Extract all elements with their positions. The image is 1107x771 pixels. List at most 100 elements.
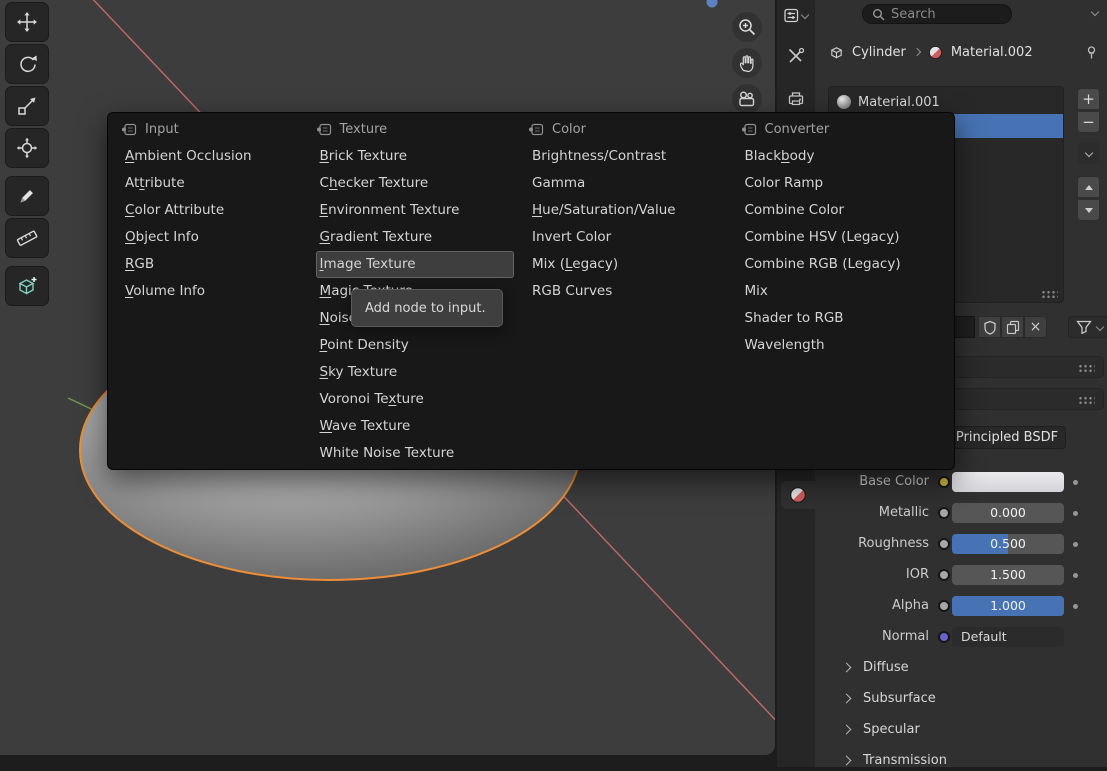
fake-user-button[interactable] bbox=[978, 316, 1001, 338]
zoom-button[interactable] bbox=[732, 12, 762, 42]
node-icon bbox=[316, 123, 332, 136]
normal-socket-icon bbox=[938, 631, 950, 643]
camera-view-button[interactable] bbox=[732, 84, 762, 114]
menu-item-white-noise-texture[interactable]: White Noise Texture bbox=[316, 440, 514, 467]
measure-tool-button[interactable] bbox=[5, 218, 49, 258]
zoom-icon bbox=[737, 17, 757, 37]
prop-row-alpha: Alpha1.000 bbox=[815, 595, 1107, 617]
decorator-dot[interactable] bbox=[1073, 542, 1078, 547]
camera-view-icon bbox=[737, 89, 757, 109]
menu-item-shader-to-rgb[interactable]: Shader to RGB bbox=[741, 305, 940, 332]
viewport-gizmos bbox=[732, 12, 762, 114]
move-slot-down-button[interactable] bbox=[1077, 199, 1100, 221]
menu-item-image-texture[interactable]: Image Texture bbox=[316, 251, 514, 278]
menu-item-wave-texture[interactable]: Wave Texture bbox=[316, 413, 514, 440]
resize-grip-icon[interactable] bbox=[1041, 290, 1058, 298]
subpanel-specular[interactable]: Specular bbox=[815, 718, 1107, 740]
node-icon bbox=[121, 123, 137, 136]
pin-icon[interactable] bbox=[1084, 45, 1099, 60]
menu-item-mix[interactable]: Mix bbox=[741, 278, 940, 305]
object-cube-icon bbox=[829, 45, 844, 60]
rotate-tool-button[interactable] bbox=[5, 44, 49, 84]
breadcrumb-separator-icon bbox=[913, 48, 921, 56]
metallic-slider[interactable]: 0.000 bbox=[952, 503, 1064, 523]
menu-item-color-attribute[interactable]: Color Attribute bbox=[121, 197, 302, 224]
unlink-material-button[interactable]: × bbox=[1024, 316, 1047, 338]
menu-item-mix-legacy[interactable]: Mix (Legacy) bbox=[528, 251, 726, 278]
menu-item-brick-texture[interactable]: Brick Texture bbox=[316, 143, 514, 170]
down-arrow-icon bbox=[1085, 208, 1093, 213]
add-cube-tool-button[interactable] bbox=[5, 266, 49, 306]
remove-slot-button[interactable]: − bbox=[1077, 111, 1100, 133]
annotate-tool-icon bbox=[16, 185, 38, 207]
subpanel-label: Transmission bbox=[863, 753, 947, 768]
menu-item-gradient-texture[interactable]: Gradient Texture bbox=[316, 224, 514, 251]
decorator-dot[interactable] bbox=[1073, 511, 1078, 516]
menu-item-combine-color[interactable]: Combine Color bbox=[741, 197, 940, 224]
metallic-label: Metallic bbox=[815, 502, 929, 524]
menu-item-gamma[interactable]: Gamma bbox=[528, 170, 726, 197]
scale-tool-button[interactable] bbox=[5, 86, 49, 126]
subpanel-subsurface[interactable]: Subsurface bbox=[815, 687, 1107, 709]
add-slot-button[interactable]: + bbox=[1077, 88, 1100, 110]
menu-item-rgb[interactable]: RGB bbox=[121, 251, 302, 278]
search-input[interactable]: Search bbox=[862, 4, 1012, 24]
menu-item-blackbody[interactable]: Blackbody bbox=[741, 143, 940, 170]
menu-item-checker-texture[interactable]: Checker Texture bbox=[316, 170, 514, 197]
panel-options-chevron[interactable] bbox=[1091, 8, 1099, 16]
ior-slider[interactable]: 1.500 bbox=[952, 565, 1064, 585]
annotate-tool-button[interactable] bbox=[5, 176, 49, 216]
alpha-slider[interactable]: 1.000 bbox=[952, 596, 1064, 616]
subpanel-transmission[interactable]: Transmission bbox=[815, 749, 1107, 771]
menu-item-volume-info[interactable]: Volume Info bbox=[121, 278, 302, 305]
breadcrumb-material[interactable]: Material.002 bbox=[951, 45, 1033, 60]
menu-item-color-ramp[interactable]: Color Ramp bbox=[741, 170, 940, 197]
duplicate-material-button[interactable] bbox=[1001, 316, 1024, 338]
menu-item-environment-texture[interactable]: Environment Texture bbox=[316, 197, 514, 224]
material-sphere-icon bbox=[837, 95, 851, 109]
menu-column-header: Texture bbox=[316, 119, 528, 139]
menu-item-point-density[interactable]: Point Density bbox=[316, 332, 514, 359]
slot-specials-button[interactable] bbox=[1077, 142, 1100, 164]
menu-item-sky-texture[interactable]: Sky Texture bbox=[316, 359, 514, 386]
menu-item-wavelength[interactable]: Wavelength bbox=[741, 332, 940, 359]
menu-item-rgb-curves[interactable]: RGB Curves bbox=[528, 278, 726, 305]
roughness-slider[interactable]: 0.500 bbox=[952, 534, 1064, 554]
pan-button[interactable] bbox=[732, 48, 762, 78]
menu-item-combine-rgb-legacy[interactable]: Combine RGB (Legacy) bbox=[741, 251, 940, 278]
shader-type-button[interactable]: Principled BSDF bbox=[948, 426, 1066, 449]
menu-item-object-info[interactable]: Object Info bbox=[121, 224, 302, 251]
material-slot[interactable]: Material.001 bbox=[829, 90, 1063, 114]
funnel-icon bbox=[1076, 320, 1092, 334]
decorator-dot[interactable] bbox=[1073, 604, 1078, 609]
move-slot-up-button[interactable] bbox=[1077, 176, 1100, 198]
menu-item-combine-hsv-legacy[interactable]: Combine HSV (Legacy) bbox=[741, 224, 940, 251]
measure-tool-icon bbox=[16, 227, 38, 249]
tab-tool-properties[interactable] bbox=[779, 42, 813, 70]
editor-type-button[interactable] bbox=[779, 4, 813, 26]
base-color-swatch[interactable] bbox=[952, 472, 1064, 492]
menu-item-invert-color[interactable]: Invert Color bbox=[528, 224, 726, 251]
normal-field[interactable]: Default bbox=[952, 627, 1064, 647]
transform-tool-button[interactable] bbox=[5, 128, 49, 168]
menu-column-title: Input bbox=[145, 122, 179, 137]
move-tool-icon bbox=[16, 11, 38, 33]
tab-render-properties[interactable] bbox=[779, 85, 813, 113]
menu-item-hue-saturation-value[interactable]: Hue/Saturation/Value bbox=[528, 197, 726, 224]
menu-item-ambient-occlusion[interactable]: Ambient Occlusion bbox=[121, 143, 302, 170]
breadcrumb-object[interactable]: Cylinder bbox=[852, 45, 906, 60]
menu-item-voronoi-texture[interactable]: Voronoi Texture bbox=[316, 386, 514, 413]
decorator-dot[interactable] bbox=[1073, 480, 1078, 485]
filter-dropdown[interactable] bbox=[1068, 316, 1107, 338]
decorator-dot[interactable] bbox=[1073, 573, 1078, 578]
tooltip: Add node to input. bbox=[351, 289, 503, 327]
shield-icon bbox=[983, 320, 997, 335]
rotate-tool-icon bbox=[16, 53, 38, 75]
move-tool-button[interactable] bbox=[5, 2, 49, 42]
tab-material-properties[interactable] bbox=[781, 481, 815, 509]
shader-type-label: Principled BSDF bbox=[956, 430, 1058, 445]
subpanel-diffuse[interactable]: Diffuse bbox=[815, 656, 1107, 678]
menu-item-attribute[interactable]: Attribute bbox=[121, 170, 302, 197]
menu-item-brightness-contrast[interactable]: Brightness/Contrast bbox=[528, 143, 726, 170]
material-sphere-icon bbox=[928, 45, 943, 60]
